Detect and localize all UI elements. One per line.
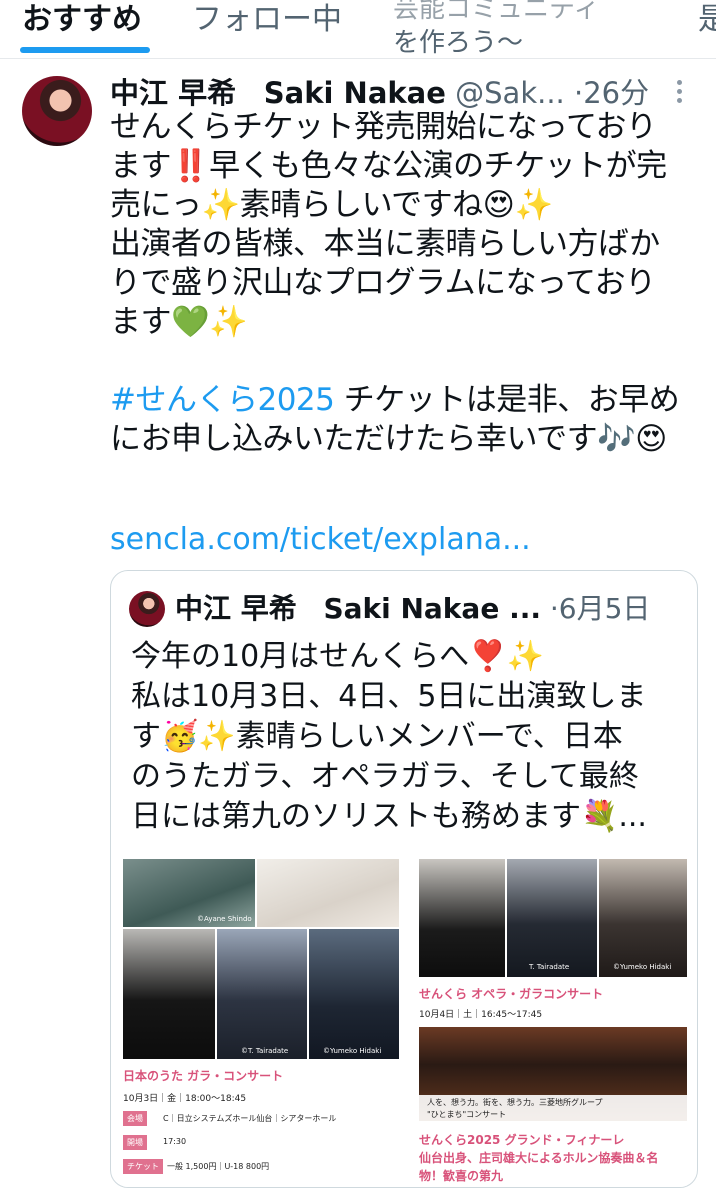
quote-time: ·6月5日 [549,592,651,625]
tab-recommended[interactable]: おすすめ [22,0,142,38]
display-name-en[interactable]: Saki Nakae [264,76,446,110]
post-text: せんくらチケット発売開始になっており ます‼️早くも色々な公演のチケットが完 売… [110,108,700,459]
poster-date: 10月3日｜金｜18:00～18:45 [123,1094,247,1104]
timeline-tabs: おすすめ フォロー中 芸能コミュニティ を作ろう〜 是 [0,0,716,59]
quote-avatar[interactable] [129,591,165,627]
display-name[interactable]: 中江 早希 [110,76,236,110]
poster-label: 会場 [123,1111,147,1126]
photo-credit: T. Tairadate [529,963,570,971]
tab-community-line2: を作ろう〜 [393,28,524,58]
banner-text: 人を、想う力。街を、想う力。三菱地所グループ [427,1098,603,1107]
ticket-link[interactable]: sencla.com/ticket/explana... [110,522,531,557]
post-time[interactable]: ·26分 [574,76,649,110]
post-line: ます‼️早くも色々な公演のチケットが完 [110,148,667,184]
tab-partial[interactable]: 是 [698,0,716,38]
quote-display-name: 中江 早希 [175,592,297,625]
performer-photo [309,929,399,1059]
performer-photo [257,859,399,927]
photo-credit: ©Yumeko Hidaki [613,963,672,971]
performer-photo [217,929,307,1059]
performer-photo [507,859,597,977]
poster-title: せんくら オペラ・ガラコンサート [419,987,604,1001]
performer-photo [419,859,505,977]
performer-photo [599,859,687,977]
photo-credit: ©Yumeko Hidaki [323,1047,382,1055]
tab-following[interactable]: フォロー中 [192,0,342,38]
performer-photo [123,929,215,1059]
poster-label: チケット [123,1159,163,1174]
post-line: にお申し込みいただけたら幸いです🎶😍 [110,421,667,457]
quote-text: 今年の10月はせんくらへ❣️✨ 私は10月3日、4日、5日に出演致しま す🥳✨素… [131,637,691,837]
poster-label: 開場 [123,1135,147,1150]
quoted-post[interactable]: 中江 早希 Saki Nakae ... ·6月5日 今年の10月はせんくらへ❣… [110,570,698,1188]
poster-ticket: 一般 1,500円｜U-18 800円 [167,1162,270,1171]
tab-community-line1: 芸能コミュニティ [393,0,600,24]
poster-image-right[interactable]: T. Tairadate ©Yumeko Hidaki せんくら オペラ・ガラコ… [417,859,687,1187]
poster-image-left[interactable]: ©Ayane Shindo ©T. Tairadate ©Yumeko Hida… [123,859,399,1187]
quote-header: 中江 早希 Saki Nakae ... ·6月5日 [175,587,650,627]
more-options-icon[interactable] [676,80,684,107]
finale-line: 物！歓喜の第九 [419,1169,504,1183]
handle[interactable]: @Sak... [455,76,565,110]
quote-line: のうたガラ、オペラガラ、そして最終 [131,759,639,794]
quote-line: 今年の10月はせんくらへ❣️✨ [131,639,544,674]
poster-open: 17:30 [163,1137,187,1146]
quote-display-name-en: Saki Nakae ... [323,592,541,625]
post-line: りで盛り沢山なプログラムになっており [110,265,656,301]
tab-community[interactable]: 芸能コミュニティ を作ろう〜 [393,0,653,60]
finale-title: せんくら2025 グランド・フィナーレ [419,1133,625,1147]
poster-venue: C｜日立システムズホール仙台｜シアターホール [163,1114,337,1123]
post-line: チケットは是非、お早め [334,382,680,418]
post-header: 中江 早希 Saki Nakae @Sak... ·26分 [110,70,649,112]
quote-line: 私は10月3日、4日、5日に出演致しま [131,679,647,714]
photo-credit: ©Ayane Shindo [197,915,252,923]
active-tab-indicator [20,47,150,53]
finale-line: 仙台出身、庄司雄大によるホルン協奏曲＆名 [419,1151,659,1165]
quote-line: 日には第九のソリストも務めます💐... [131,799,647,834]
post-line: せんくらチケット発売開始になっており [110,109,657,145]
hashtag-link[interactable]: #せんくら2025 [110,382,335,418]
avatar[interactable] [22,76,92,146]
post-line: ます💚✨ [110,304,248,340]
banner-text: "ひとまち"コンサート [427,1110,507,1119]
poster-title: 日本のうた ガラ・コンサート [123,1069,284,1083]
quote-line: す🥳✨素晴らしいメンバーで、日本 [131,719,623,754]
photo-credit: ©T. Tairadate [241,1047,289,1055]
post-line: 売にっ✨素晴らしいですね😍✨ [110,187,553,223]
post-line: 出演者の皆様、本当に素晴らしい方ばか [110,226,660,262]
poster-date: 10月4日｜土｜16:45～17:45 [419,1010,543,1020]
